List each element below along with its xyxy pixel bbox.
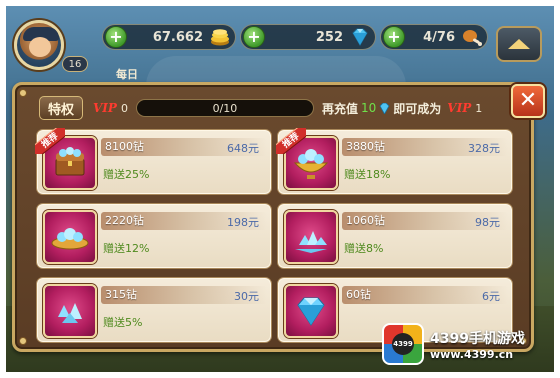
offer-card[interactable]: 8100钻 648元 赠送25% 推荐 xyxy=(35,128,272,195)
diamond-icon xyxy=(379,102,390,114)
offer-price: 6元 xyxy=(482,290,500,303)
gem-value: 252 xyxy=(315,29,343,45)
close-icon: ✕ xyxy=(518,88,538,113)
next-vip-level: 1 xyxy=(475,101,483,115)
daily-label: 每日 xyxy=(116,68,138,81)
offer-thumbnail xyxy=(43,284,97,338)
panel-rivet xyxy=(19,89,27,97)
watermark-title: 4399手机游戏 xyxy=(430,330,525,347)
offer-price: 30元 xyxy=(234,290,259,303)
recommended-ribbon: 推荐 xyxy=(35,128,65,154)
stamina-counter: + 4/76 xyxy=(380,24,488,50)
privilege-button[interactable]: 特权 xyxy=(39,96,83,120)
collapse-menu-button[interactable] xyxy=(496,26,542,62)
watermark-url: www.4399.cn xyxy=(430,347,514,361)
recharge-label: 再充值 xyxy=(321,101,358,116)
become-label: 即可成为 xyxy=(393,101,442,116)
offer-thumbnail xyxy=(284,210,338,264)
offer-card[interactable]: 2220钻 198元 赠送12% xyxy=(36,203,272,269)
up-arrow-icon xyxy=(508,39,530,49)
offer-bonus: 赠送12% xyxy=(103,242,150,255)
site-watermark: 4399 4399手机游戏 www.4399.cn xyxy=(382,320,550,368)
panel-rivet xyxy=(19,337,27,345)
offer-bonus: 赠送5% xyxy=(103,316,143,329)
player-avatar[interactable] xyxy=(14,20,64,70)
4399-logo: 4399 xyxy=(382,323,424,365)
add-stamina-button[interactable]: + xyxy=(383,26,405,48)
offer-thumbnail xyxy=(284,284,338,338)
single-gem-icon xyxy=(297,297,325,326)
vip-progress-text: 0/10 xyxy=(212,101,238,115)
add-gold-button[interactable]: + xyxy=(105,26,127,48)
vip-progress-bar: 0/10 xyxy=(135,99,314,117)
recharge-amount: 10 xyxy=(360,101,377,115)
close-button[interactable]: ✕ xyxy=(511,84,545,118)
add-gems-button[interactable]: + xyxy=(243,26,265,48)
offer-card[interactable]: 3880钻 328元 赠送18% 推荐 xyxy=(276,128,513,195)
offer-thumbnail xyxy=(43,210,97,264)
offer-card[interactable]: 315钻 30元 赠送5% xyxy=(36,277,272,343)
offer-price: 328元 xyxy=(468,142,500,155)
logo-text: 4399 xyxy=(392,333,414,355)
offer-price: 198元 xyxy=(227,216,259,229)
offer-price: 98元 xyxy=(475,216,500,229)
gem-counter: + 252 xyxy=(240,24,376,50)
gem-dish-icon xyxy=(51,228,89,250)
gold-value: 67.662 xyxy=(152,29,203,45)
ribbon-label: 推荐 xyxy=(276,128,306,154)
player-level-badge: 16 xyxy=(62,56,88,72)
gold-coins-icon xyxy=(211,29,229,46)
gem-cluster-icon xyxy=(58,303,82,323)
offer-bonus: 赠送25% xyxy=(103,168,150,181)
offer-bonus: 赠送8% xyxy=(344,242,384,255)
current-vip-level: 0 xyxy=(120,101,128,115)
diamond-icon xyxy=(352,28,368,46)
drumstick-icon xyxy=(463,30,482,46)
vip-status-bar: 特权 VIP 0 0/10 再充值 10 即可成为 VIP 1 xyxy=(39,95,511,121)
next-vip-tag: VIP xyxy=(447,101,472,115)
current-vip-tag: VIP xyxy=(93,101,117,115)
recommended-ribbon: 推荐 xyxy=(276,128,306,154)
gold-counter: + 67.662 xyxy=(102,24,236,50)
gem-pile-icon xyxy=(295,231,327,253)
vip-recharge-panel: 特权 VIP 0 0/10 再充值 10 即可成为 VIP 1 8100钻 648… xyxy=(12,82,534,352)
offer-bonus: 赠送18% xyxy=(344,168,391,181)
offer-card[interactable]: 1060钻 98元 赠送8% xyxy=(277,203,513,269)
stamina-value: 4/76 xyxy=(423,29,455,45)
avatar-face xyxy=(29,37,51,57)
offer-price: 648元 xyxy=(227,142,259,155)
ribbon-label: 推荐 xyxy=(35,128,65,154)
